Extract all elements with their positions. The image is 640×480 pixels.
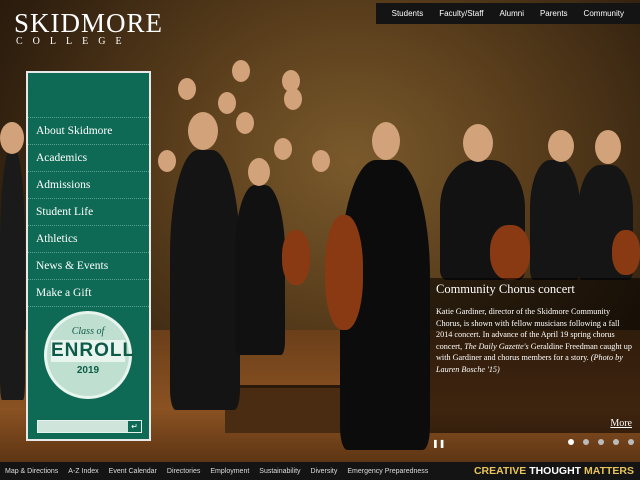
menu-academics[interactable]: Academics <box>28 145 149 172</box>
caption-body: Katie Gardiner, director of the Skidmore… <box>430 301 640 375</box>
slide-dot[interactable] <box>583 439 589 445</box>
cello <box>612 230 640 275</box>
footer-map[interactable]: Map & Directions <box>5 468 58 475</box>
enter-icon[interactable]: ↵ <box>128 421 141 432</box>
menu-news-events[interactable]: News & Events <box>28 253 149 280</box>
choir-head <box>312 150 330 172</box>
nav-community[interactable]: Community <box>584 9 624 18</box>
performer-figure <box>530 160 580 280</box>
footer-event-calendar[interactable]: Event Calendar <box>109 468 157 475</box>
footer-az-index[interactable]: A-Z Index <box>68 468 98 475</box>
conductor-head <box>372 122 400 160</box>
footer-sustainability[interactable]: Sustainability <box>259 468 300 475</box>
menu-admissions[interactable]: Admissions <box>28 172 149 199</box>
performer-head <box>463 124 493 162</box>
choir-head <box>232 60 250 82</box>
choir-head <box>236 112 254 134</box>
search-input[interactable]: ↵ <box>37 420 142 433</box>
caption-body-italic: The Daily Gazette's <box>464 341 529 351</box>
tagline-word-2: THOUGHT <box>529 465 582 477</box>
logo-name: SKIDMORE <box>14 8 164 38</box>
audience-nav: Students Faculty/Staff Alumni Parents Co… <box>375 3 640 24</box>
badge-line3: 2019 <box>76 365 100 376</box>
badge-line1: Class of <box>71 326 105 337</box>
menu-athletics[interactable]: Athletics <box>28 226 149 253</box>
nav-faculty-staff[interactable]: Faculty/Staff <box>439 9 483 18</box>
main-menu: About Skidmore Academics Admissions Stud… <box>28 117 149 307</box>
slide-caption: Community Chorus concert Katie Gardiner,… <box>430 278 640 433</box>
stage-riser <box>225 385 355 433</box>
slide-dots <box>559 439 634 445</box>
performer-figure <box>0 150 25 400</box>
more-link[interactable]: More <box>610 418 632 429</box>
footer-directories[interactable]: Directories <box>167 468 200 475</box>
performer-figure <box>235 185 285 355</box>
tagline: CREATIVE THOUGHT MATTERS <box>474 465 634 477</box>
slide-dot[interactable] <box>568 439 574 445</box>
pause-icon[interactable]: ❚❚ <box>432 439 445 448</box>
enroll-badge[interactable]: Class of ENROLL 2019 <box>44 311 136 399</box>
viola <box>282 230 310 285</box>
slide-dot[interactable] <box>598 439 604 445</box>
tagline-word-3: MATTERS <box>584 465 634 477</box>
caption-title: Community Chorus concert <box>436 282 575 296</box>
choir-head <box>284 88 302 110</box>
main-menu-panel: About Skidmore Academics Admissions Stud… <box>26 71 151 441</box>
footer-diversity[interactable]: Diversity <box>311 468 338 475</box>
choir-head <box>274 138 292 160</box>
performer-head <box>248 158 270 186</box>
slide-dot[interactable] <box>628 439 634 445</box>
performer-head <box>595 130 621 164</box>
menu-make-a-gift[interactable]: Make a Gift <box>28 280 149 307</box>
menu-student-life[interactable]: Student Life <box>28 199 149 226</box>
performer-head <box>0 122 24 154</box>
tagline-word-1: CREATIVE <box>473 465 527 477</box>
cello <box>325 215 363 330</box>
footer-emergency[interactable]: Emergency Preparedness <box>347 468 428 475</box>
college-logo[interactable]: SKIDMORE COLLEGE <box>14 8 163 47</box>
choir-head <box>158 150 176 172</box>
cello <box>490 225 530 280</box>
nav-students[interactable]: Students <box>392 9 424 18</box>
nav-alumni[interactable]: Alumni <box>500 9 524 18</box>
menu-about[interactable]: About Skidmore <box>28 117 149 145</box>
slideshow-controls: ❚❚ <box>430 436 640 450</box>
performer-head <box>188 112 218 150</box>
nav-parents[interactable]: Parents <box>540 9 568 18</box>
choir-head <box>178 78 196 100</box>
performer-head <box>548 130 574 162</box>
footer-employment[interactable]: Employment <box>210 468 249 475</box>
slide-dot[interactable] <box>613 439 619 445</box>
performer-figure <box>170 150 240 410</box>
choir-head <box>218 92 236 114</box>
badge-line2: ENROLL <box>51 340 136 362</box>
